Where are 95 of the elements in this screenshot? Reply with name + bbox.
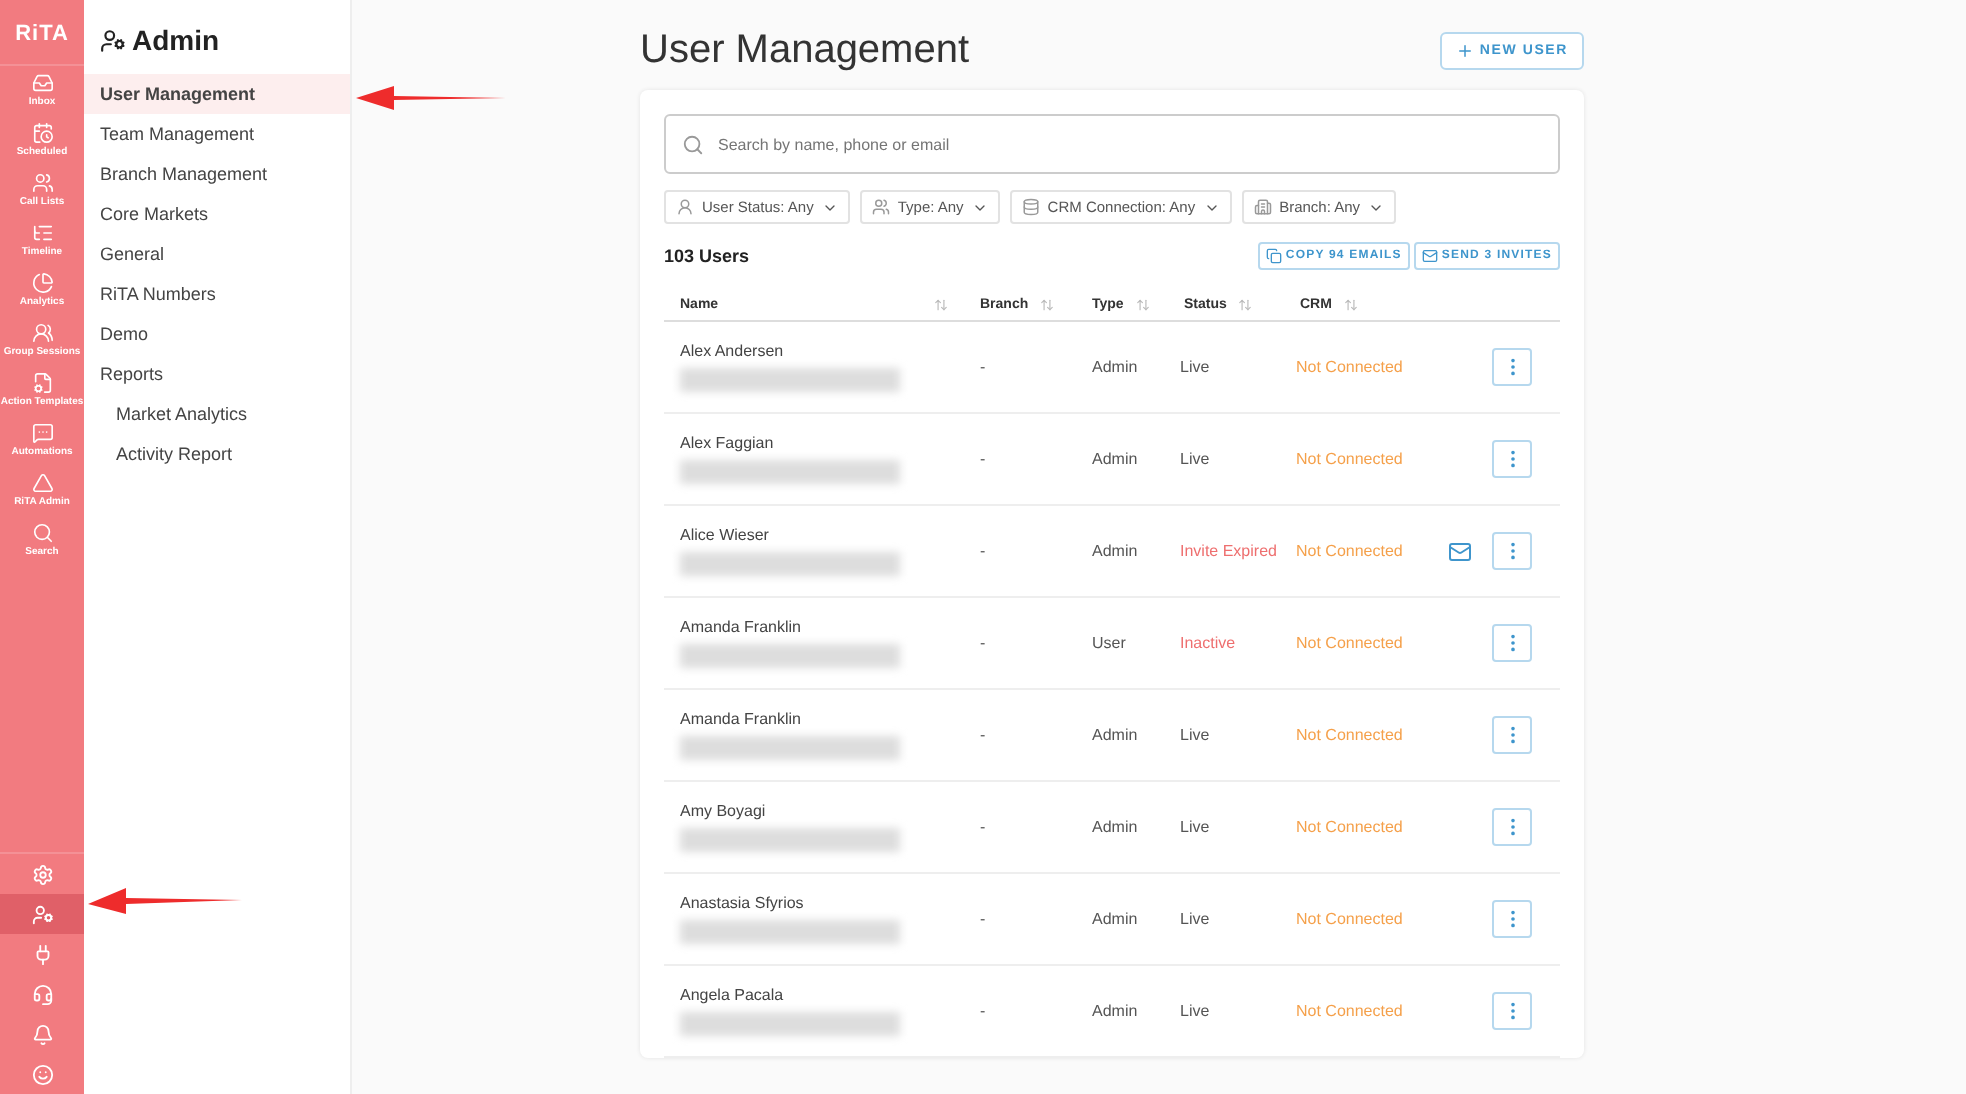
table-cell-text: Admin [1090,540,1140,564]
list-icon [31,222,53,244]
table-cell-text: - [978,908,988,932]
smiley-icon [31,1063,53,1085]
status-text: Live [1178,448,1212,470]
inbox-icon [31,72,53,94]
sort-icon[interactable] [1238,298,1253,312]
table-cell-text: - [978,356,988,380]
users-icon [31,172,53,194]
plug-icon [31,943,53,965]
sidebar-item[interactable]: Activity Report [84,434,350,474]
sidebar-item[interactable]: Team Management [84,114,350,154]
sort-icon[interactable] [1040,298,1055,312]
sort-icon[interactable] [1135,298,1150,312]
settings-icon [31,863,53,885]
table-cell-text: - [978,632,988,656]
copy-icon [1265,248,1282,264]
user-icon [31,903,53,925]
table-cell-text: - [978,540,988,564]
crm-status: Not Connected [1294,356,1405,378]
crm-status: Not Connected [1294,1000,1405,1022]
user-name: Amy Boyagi [680,802,768,820]
status-text: Live [1178,816,1212,838]
crm-status: Not Connected [1294,908,1405,930]
search-field[interactable]: Search by name, phone or email [664,114,1560,174]
table-cell-text: - [978,1000,988,1024]
mail-icon [1421,248,1438,264]
table-cell-text: Admin [1090,816,1140,840]
more-button[interactable] [1492,716,1532,754]
triangle-icon [31,472,53,494]
user-icon [100,27,126,53]
user-icon [676,198,694,216]
more-button[interactable] [1492,624,1532,662]
table-cell-text: User [1090,632,1128,656]
more-button[interactable] [1492,808,1532,846]
user-name: Alice Wieser [680,526,771,544]
table-cell-text: Admin [1090,448,1140,472]
nav-icon-button[interactable] [0,894,84,934]
sidebar-item[interactable]: Market Analytics [84,394,350,434]
building-icon [1253,198,1272,216]
search-icon [682,133,704,155]
table-cell-text: Admin [1090,1000,1140,1024]
user-name: Angela Pacala [680,986,786,1004]
table-cell-text: Admin [1090,724,1140,748]
headset-icon [31,983,53,1005]
sidebar-item[interactable]: General [84,234,350,274]
sort-icon[interactable] [934,298,948,312]
calendar-icon [31,122,53,144]
crm-status: Not Connected [1294,448,1405,470]
sidebar-item[interactable]: RiTA Numbers [84,274,350,314]
users-icon [871,198,890,216]
search-input[interactable]: Search by name, phone or email [714,133,1542,155]
status-text: Live [1178,908,1212,930]
search-icon [31,522,53,544]
sidebar-item[interactable]: Core Markets [84,194,350,234]
crm-status: Not Connected [1294,816,1405,838]
table-cell-text: - [978,448,988,472]
group-icon [31,322,53,344]
table-cell-text: Admin [1090,356,1140,380]
more-button[interactable] [1492,440,1532,478]
status-text: Live [1178,724,1212,746]
crm-status: Not Connected [1294,724,1405,746]
sidebar-item[interactable]: Reports [84,354,350,394]
document-icon [31,372,53,394]
sort-icon[interactable] [1343,298,1358,312]
more-button[interactable] [1492,348,1532,386]
status-text: Invite Expired [1178,540,1279,562]
user-name: Anastasia Sfyrios [680,894,806,912]
crm-status: Not Connected [1294,540,1405,562]
pie-chart-icon [31,272,53,294]
table-cell-text: Admin [1090,908,1140,932]
user-name: Amanda Franklin [680,710,803,728]
message-icon [31,422,53,444]
table-cell-text: - [978,724,988,748]
more-button[interactable] [1492,900,1532,938]
sidebar-item[interactable]: User Management [84,74,350,114]
database-icon [1021,198,1040,216]
more-button[interactable] [1492,992,1532,1030]
sidebar-title: Admin [132,24,220,56]
page-title: User Management [640,28,970,74]
more-button[interactable] [1492,532,1532,570]
status-text: Live [1178,1000,1212,1022]
user-name: Alex Faggian [680,434,776,452]
user-name: Alex Andersen [680,342,786,360]
user-name: Amanda Franklin [680,618,803,636]
sidebar-item[interactable]: Branch Management [84,154,350,194]
crm-status: Not Connected [1294,632,1405,654]
user-count: 103 Users [664,246,750,266]
status-text: Inactive [1178,632,1238,654]
status-text: Live [1178,356,1212,378]
mail-icon[interactable] [1448,539,1472,563]
plus-icon [1455,42,1474,60]
sidebar-item[interactable]: Demo [84,314,350,354]
bell-icon [31,1023,53,1045]
table-cell-text: - [978,816,988,840]
